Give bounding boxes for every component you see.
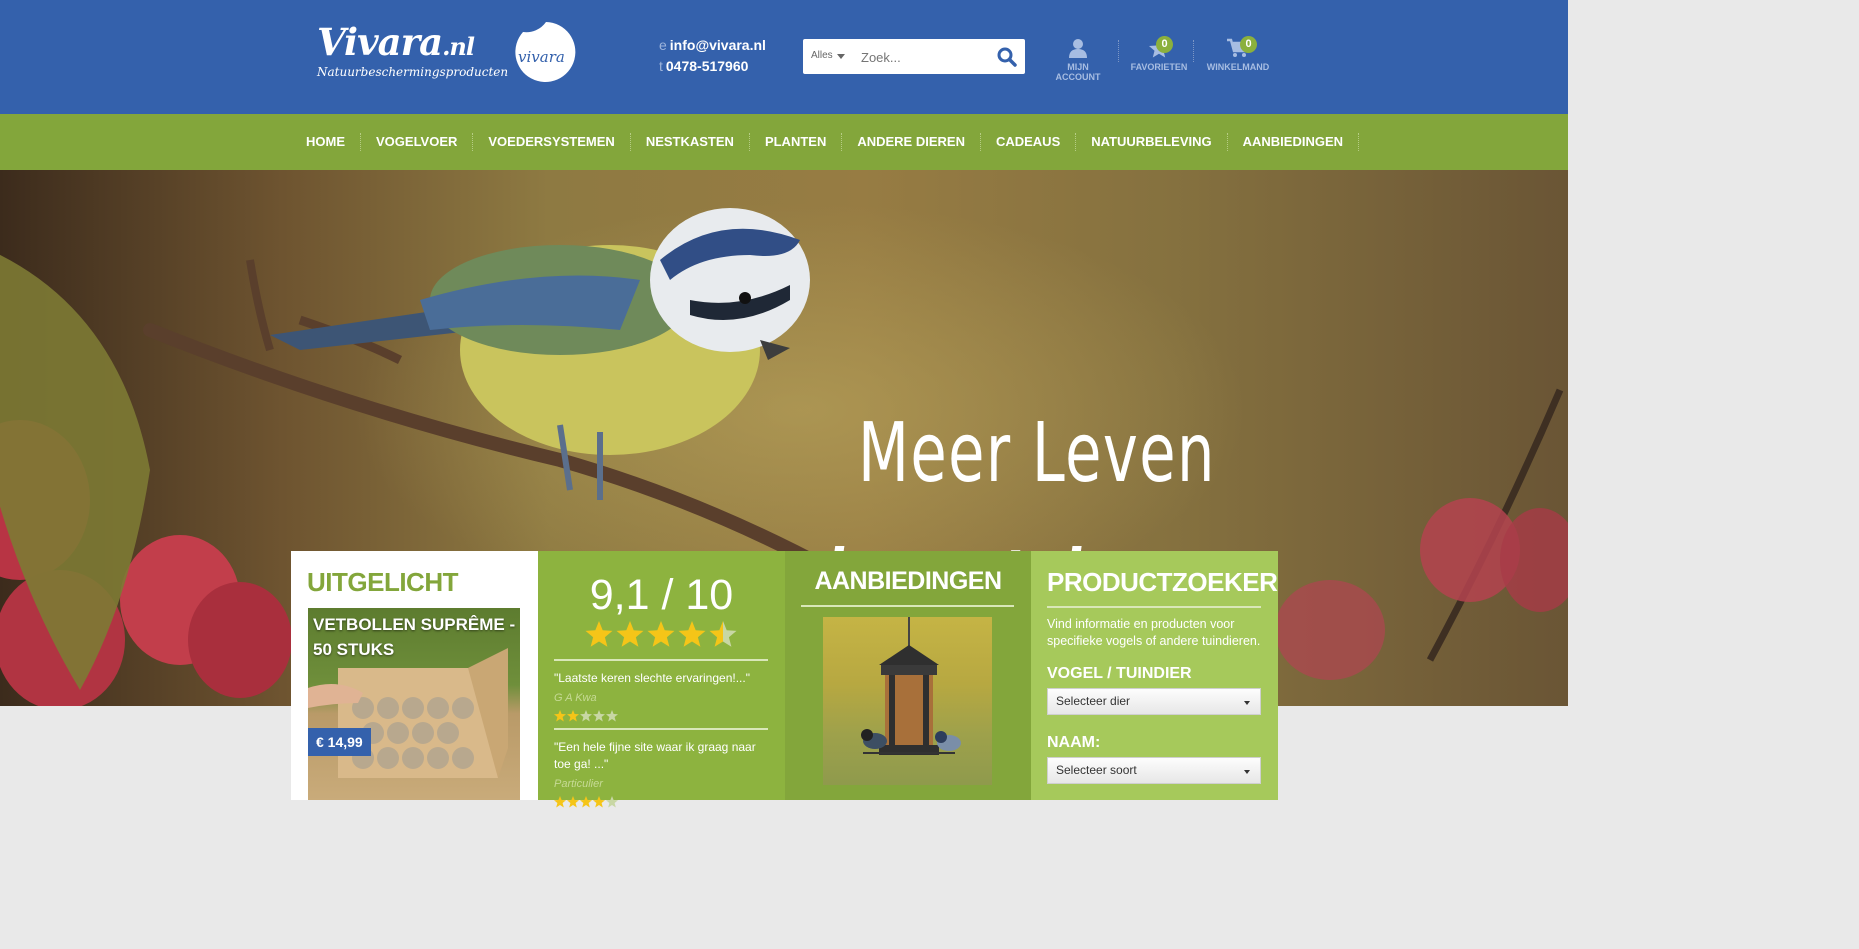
cart-count-badge: 0 <box>1240 36 1257 53</box>
vivara-logo[interactable]: Vivara.nl Natuurbeschermingsproducten <box>317 22 508 79</box>
site-header: Vivara.nl Natuurbeschermingsproducten vi… <box>0 0 1568 114</box>
user-icon <box>1069 39 1087 58</box>
logo-suffix: .nl <box>442 32 475 61</box>
review-text: "Laatste keren slechte ervaringen!..." <box>554 671 750 685</box>
logo-tagline: Natuurbeschermingsproducten <box>317 65 509 79</box>
nav-vogelvoer[interactable]: VOGELVOER <box>361 133 474 151</box>
cart-label: WINKELMAND <box>1206 62 1270 72</box>
hero-headline-line1: Meer Leven <box>858 406 1216 501</box>
featured-panel: UITGELICHT VETBOLLEN SUPRÊME - 50 STUKS … <box>291 551 538 800</box>
contact-info: e info@vivara.nl t 0478-517960 <box>659 35 766 77</box>
star-icon <box>616 621 644 647</box>
badge-logo-text: vivara <box>518 48 565 66</box>
nav-home[interactable]: HOME <box>291 133 361 151</box>
favorites-button[interactable]: FAVORIETEN 0 <box>1130 36 1188 72</box>
account-label: MIJN ACCOUNT <box>1055 62 1101 82</box>
featured-price-tag: € 14,99 <box>308 728 371 756</box>
nav-cadeaus[interactable]: CADEAUS <box>981 133 1077 151</box>
email-link[interactable]: info@vivara.nl <box>670 37 766 53</box>
review-author: G A Kwa <box>554 692 597 704</box>
nav-nestkasten[interactable]: NESTKASTEN <box>631 133 750 151</box>
logo-main: Vivara <box>317 20 443 64</box>
offers-panel: AANBIEDINGEN <box>785 551 1031 800</box>
nav-aanbiedingen[interactable]: AANBIEDINGEN <box>1228 133 1360 151</box>
score-stars <box>585 621 737 647</box>
search-input[interactable] <box>861 46 991 68</box>
nav-andere-dieren[interactable]: ANDERE DIEREN <box>842 133 981 151</box>
review-item[interactable]: "Een hele fijne site waar ik graag naar … <box>554 728 768 814</box>
email-label: e <box>659 37 667 53</box>
reviews-panel: 9,1 / 10 "Laatste keren slechte ervaring… <box>538 551 785 808</box>
search-bar: Alles <box>803 39 1025 74</box>
nav-planten[interactable]: PLANTEN <box>750 133 843 151</box>
offer-product-image[interactable] <box>823 617 992 785</box>
phone-link[interactable]: 0478-517960 <box>666 58 749 74</box>
star-icon <box>678 621 706 647</box>
product-finder-description: Vind informatie en producten voor specif… <box>1047 617 1261 648</box>
main-navigation: HOME VOGELVOER VOEDERSYSTEMEN NESTKASTEN… <box>0 114 1568 170</box>
featured-product-name[interactable]: VETBOLLEN SUPRÊME - 50 STUKS <box>313 612 520 662</box>
phone-label: t <box>659 58 663 74</box>
review-score: 9,1 / 10 <box>589 571 734 619</box>
favorites-count-badge: 0 <box>1156 36 1173 53</box>
nav-voedersystemen[interactable]: VOEDERSYSTEMEN <box>473 133 631 151</box>
species-label: NAAM: <box>1047 734 1101 751</box>
product-finder-title: PRODUCTZOEKER <box>1047 567 1278 597</box>
featured-title: UITGELICHT <box>307 567 459 597</box>
vivara-moon-logo-icon[interactable]: vivara <box>515 18 577 82</box>
star-icon <box>585 621 613 647</box>
product-finder-panel: PRODUCTZOEKER Vind informatie en product… <box>1031 551 1278 800</box>
animal-label: VOGEL / TUINDIER <box>1047 665 1192 682</box>
review-stars <box>554 796 618 808</box>
nav-natuurbeleving[interactable]: NATUURBELEVING <box>1076 133 1228 151</box>
star-icon <box>647 621 675 647</box>
species-select[interactable]: Selecteer soort <box>1047 757 1261 784</box>
review-text: "Een hele fijne site waar ik graag naar … <box>554 740 756 771</box>
featured-product-card[interactable]: VETBOLLEN SUPRÊME - 50 STUKS € 14,99 <box>308 608 520 800</box>
review-author: Particulier <box>554 778 603 790</box>
favorites-label: FAVORIETEN <box>1130 62 1188 72</box>
search-category-dropdown[interactable]: Alles <box>811 50 845 61</box>
half-star-icon <box>709 621 737 647</box>
animal-select[interactable]: Selecteer dier <box>1047 688 1261 715</box>
search-icon[interactable] <box>996 46 1018 68</box>
offers-title[interactable]: AANBIEDINGEN <box>785 567 1031 596</box>
account-button[interactable]: MIJN ACCOUNT <box>1045 38 1111 82</box>
review-item[interactable]: "Laatste keren slechte ervaringen!..." G… <box>554 659 768 728</box>
bird-feeder-photo <box>861 617 961 755</box>
cart-button[interactable]: WINKELMAND 0 <box>1205 36 1271 72</box>
review-stars <box>554 710 618 722</box>
